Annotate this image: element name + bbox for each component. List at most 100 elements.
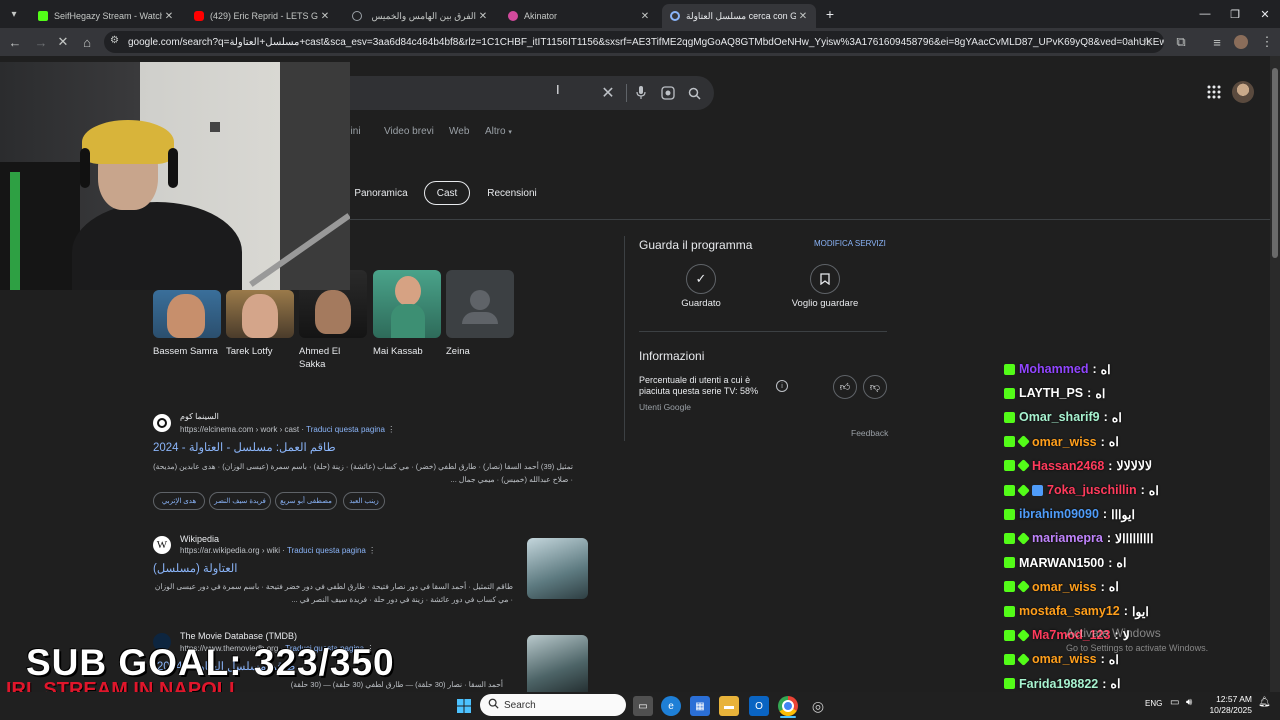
thumbs-down-icon[interactable]: 👎︎ (863, 375, 887, 399)
related-pill[interactable]: هدى الإتربي (153, 492, 205, 510)
cast-name[interactable]: Tarek Lotfy (226, 345, 298, 358)
tab-arabic[interactable]: الفرق بين الهامس والخميس ✕ (344, 4, 496, 28)
feedback-link[interactable]: Feedback (851, 428, 888, 438)
back-icon[interactable]: ← (2, 28, 28, 56)
check-icon[interactable]: ✓ (686, 264, 716, 294)
tab-kick[interactable]: SeifHegazy Stream - Watch Live ✕ (30, 4, 182, 28)
tab-google-active[interactable]: مسلسل العتاولة cerca con Google ✕ (662, 4, 816, 28)
search-icon[interactable] (685, 84, 703, 102)
page-scrollbar[interactable] (1270, 56, 1280, 692)
search-input[interactable] (300, 76, 714, 110)
cast-name[interactable]: Mai Kassab (373, 345, 445, 358)
result-title[interactable]: العتاولة (مسلسل) (153, 561, 238, 575)
chat-username[interactable]: Omar_sharif9 (1019, 410, 1100, 424)
clear-icon[interactable]: ✕ (599, 84, 617, 102)
tab-altro[interactable]: Altro ▾ (485, 126, 512, 137)
chat-username[interactable]: Mohammed (1019, 362, 1088, 376)
translate-link[interactable]: Traduci questa pagina (306, 425, 385, 434)
thumbs-up-icon[interactable]: 👍︎ (833, 375, 857, 399)
obs-icon[interactable]: ◎ (808, 696, 828, 716)
notification-bell-icon[interactable]: 🔔︎ (1258, 697, 1271, 708)
apps-grid-icon[interactable] (1206, 84, 1222, 100)
mic-icon[interactable] (632, 84, 650, 102)
chat-username[interactable]: LAYTH_PS (1019, 386, 1083, 400)
chat-username[interactable]: omar_wiss (1032, 580, 1097, 594)
watch-title: Guarda il programma (639, 238, 753, 252)
chat-text: اه (1108, 652, 1119, 667)
tab-web[interactable]: Web (449, 126, 469, 137)
elcinema-favicon (153, 414, 171, 432)
lens-icon[interactable] (659, 84, 677, 102)
translate-link[interactable]: Traduci questa pagina (287, 546, 366, 555)
close-icon[interactable]: ✕ (638, 11, 652, 22)
cast-photo-bassem[interactable] (153, 290, 221, 338)
site-info-icon[interactable]: ⚙ (110, 35, 119, 46)
chat-username[interactable]: 7oka_juschillin (1047, 483, 1137, 497)
restore-button[interactable]: ❐ (1220, 0, 1250, 28)
result-thumbnail[interactable] (527, 538, 588, 599)
chat-username[interactable]: omar_wiss (1032, 652, 1097, 666)
chip-recensioni[interactable]: Recensioni (482, 181, 542, 205)
tab-youtube[interactable]: (429) Eric Reprid - LETS GO [Of ✕ (186, 4, 338, 28)
stop-icon[interactable]: ✕ (50, 28, 76, 56)
close-icon[interactable]: ✕ (162, 11, 176, 22)
chat-message: mostafa_samy12: ايوا (1004, 601, 1149, 621)
close-icon[interactable]: ✕ (476, 11, 490, 22)
volume-icon[interactable]: 🔊︎ (1186, 697, 1192, 708)
related-pill[interactable]: فريدة سيف النصر (209, 492, 271, 510)
bookmark-star-icon[interactable]: ☆ (1134, 28, 1160, 56)
media-icon[interactable]: ≡ (1204, 28, 1230, 56)
file-explorer-icon[interactable]: ▬ (719, 696, 739, 716)
close-icon[interactable]: ✕ (318, 11, 332, 22)
cast-name[interactable]: Zeina (446, 345, 518, 358)
new-tab-button[interactable]: + (820, 4, 840, 24)
close-icon[interactable]: ✕ (796, 11, 810, 22)
cast-photo-mai[interactable] (373, 270, 441, 338)
taskbar-search[interactable]: Search (480, 694, 626, 716)
clock[interactable]: 12:57 AM 10/28/2025 (1206, 694, 1252, 716)
chat-username[interactable]: omar_wiss (1032, 435, 1097, 449)
result-site: Wikipedia (180, 534, 220, 544)
cast-name[interactable]: Ahmed El Sakka (299, 345, 355, 371)
home-icon[interactable]: ⌂ (74, 28, 100, 56)
extensions-icon[interactable]: ⧉ (1168, 28, 1194, 56)
chat-username[interactable]: Hassan2468 (1032, 459, 1104, 473)
tab-akinator[interactable]: Akinator ✕ (500, 4, 658, 28)
edit-services-link[interactable]: MODIFICA SERVIZI (814, 239, 886, 248)
chat-username[interactable]: mariamepra (1032, 531, 1103, 545)
chip-panoramica[interactable]: Panoramica (350, 181, 412, 205)
more-options-icon[interactable]: ⋮ (387, 425, 395, 434)
menu-icon[interactable]: ⋮ (1254, 28, 1280, 56)
cast-placeholder-zeina[interactable] (446, 270, 514, 338)
store-icon[interactable]: ▦ (690, 696, 710, 716)
cast-name[interactable]: Bassem Samra (153, 345, 225, 358)
tab-search-icon[interactable]: ▾ (6, 6, 22, 22)
more-options-icon[interactable]: ⋮ (368, 546, 376, 555)
scrollbar-thumb[interactable] (1272, 68, 1278, 258)
related-pill[interactable]: مصطفى أبو سريع (275, 492, 337, 510)
windows-start-icon[interactable] (454, 696, 474, 716)
chat-username[interactable]: mostafa_samy12 (1019, 604, 1120, 618)
edge-icon[interactable]: e (661, 696, 681, 716)
result-title[interactable]: طاقم العمل: مسلسل - العتاولة - 2024 (153, 440, 336, 454)
related-pill[interactable]: زينب العبد (343, 492, 385, 510)
result-thumbnail[interactable] (527, 635, 588, 692)
chat-username[interactable]: MARWAN1500 (1019, 556, 1104, 570)
outlook-icon[interactable]: O (749, 696, 769, 716)
address-bar[interactable]: ⚙ google.com/search?q=مسلسل+العتاولة+cas… (104, 31, 1164, 53)
chat-username[interactable]: ibrahim09090 (1019, 507, 1099, 521)
tab-video-brevi[interactable]: Video brevi (384, 126, 434, 137)
bookmark-icon[interactable] (810, 264, 840, 294)
chip-cast[interactable]: Cast (424, 181, 470, 205)
network-icon[interactable]: ▭ (1170, 697, 1179, 708)
task-view-icon[interactable]: ▭ (633, 696, 653, 716)
chrome-icon[interactable] (778, 696, 798, 716)
cast-photo-tarek[interactable] (226, 290, 294, 338)
minimize-button[interactable]: — (1190, 0, 1220, 28)
language-indicator[interactable]: ENG (1145, 699, 1162, 708)
profile-avatar[interactable] (1234, 35, 1248, 49)
account-avatar[interactable] (1232, 81, 1254, 103)
chat-username[interactable]: Farida198822 (1019, 677, 1098, 691)
window-close-button[interactable]: ✕ (1250, 0, 1280, 28)
info-icon[interactable]: i (776, 380, 788, 392)
